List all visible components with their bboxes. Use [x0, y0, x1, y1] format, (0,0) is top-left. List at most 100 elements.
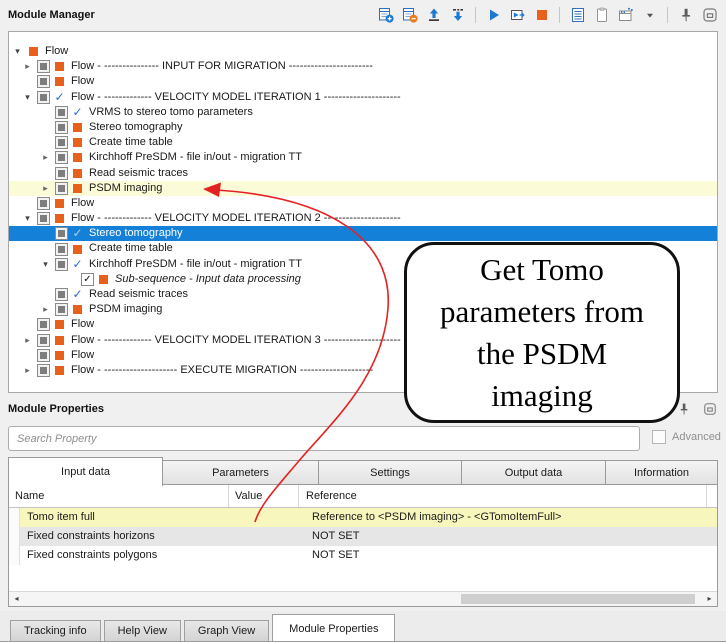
row-header-cell[interactable]: [9, 527, 20, 546]
tree-checkbox[interactable]: [37, 91, 50, 104]
float-icon[interactable]: [701, 6, 718, 23]
expander-collapsed-icon[interactable]: ▸: [39, 181, 52, 196]
checkbox-partial-mark: [58, 230, 65, 237]
column-divider[interactable]: [298, 485, 299, 507]
expander-collapsed-icon[interactable]: ▸: [21, 59, 34, 74]
view-tab-label: Tracking info: [24, 625, 87, 637]
expander-expanded-icon[interactable]: ▾: [21, 90, 34, 105]
tree-checkbox[interactable]: [55, 288, 68, 301]
table-row[interactable]: Fixed constraints horizonsNOT SET: [9, 527, 717, 546]
tree-checkbox[interactable]: [55, 258, 68, 271]
chevron-down-icon[interactable]: [641, 6, 658, 23]
cell-reference: NOT SET: [305, 546, 717, 565]
expander-expanded-icon[interactable]: ▾: [39, 257, 52, 272]
expander-collapsed-icon[interactable]: ▸: [21, 363, 34, 378]
expander-collapsed-icon[interactable]: ▸: [39, 302, 52, 317]
tree-checkbox[interactable]: [55, 167, 68, 180]
tab-settings[interactable]: Settings: [319, 460, 462, 485]
table-row[interactable]: Tomo item fullReference to <PSDM imaging…: [9, 508, 717, 527]
tab-information[interactable]: Information: [606, 460, 718, 485]
column-divider[interactable]: [706, 485, 707, 507]
add-module-icon[interactable]: [377, 6, 394, 23]
scroll-right-icon[interactable]: ▸: [703, 593, 716, 605]
module-properties-title: Module Properties: [8, 403, 104, 415]
tree-checkbox[interactable]: [55, 182, 68, 195]
tree-row[interactable]: ▾Flow: [9, 44, 717, 59]
tree-checkbox[interactable]: ✓: [81, 273, 94, 286]
import-icon[interactable]: [425, 6, 442, 23]
tree-row[interactable]: ✓VRMS to stereo tomo parameters: [9, 105, 717, 120]
search-row: Advanced: [8, 426, 718, 451]
tree-checkbox[interactable]: [37, 75, 50, 88]
tree-row[interactable]: Stereo tomography: [9, 120, 717, 135]
advanced-option[interactable]: Advanced: [652, 430, 721, 444]
search-input[interactable]: [8, 426, 640, 451]
tree-row[interactable]: Flow: [9, 196, 717, 211]
expander-collapsed-icon[interactable]: ▸: [21, 333, 34, 348]
tree-row[interactable]: ▸Kirchhoff PreSDM - file in/out - migrat…: [9, 150, 717, 165]
export-icon[interactable]: [449, 6, 466, 23]
tab-input-data[interactable]: Input data: [8, 457, 163, 486]
tree-row-label: Read seismic traces: [87, 287, 188, 302]
row-header-cell[interactable]: [9, 508, 20, 527]
window-menu-icon[interactable]: [617, 6, 634, 23]
callout-line: imaging: [491, 375, 593, 417]
tree-checkbox[interactable]: [55, 243, 68, 256]
tree-row[interactable]: Create time table: [9, 135, 717, 150]
run-icon[interactable]: [485, 6, 502, 23]
advanced-checkbox[interactable]: [652, 430, 666, 444]
expander-collapsed-icon[interactable]: ▸: [39, 150, 52, 165]
row-header-cell[interactable]: [9, 546, 20, 565]
module-state-icon: [72, 123, 83, 132]
tree-checkbox[interactable]: [55, 136, 68, 149]
module-state-icon: [72, 305, 83, 314]
tree-checkbox[interactable]: [37, 318, 50, 331]
tree-checkbox[interactable]: [55, 106, 68, 119]
stop-icon[interactable]: [533, 6, 550, 23]
tree-checkbox[interactable]: [37, 349, 50, 362]
table-row[interactable]: Fixed constraints polygonsNOT SET: [9, 546, 717, 565]
view-tab-graph-view[interactable]: Graph View: [184, 620, 269, 642]
tree-checkbox[interactable]: [37, 197, 50, 210]
tree-checkbox[interactable]: [37, 60, 50, 73]
tree-checkbox[interactable]: [55, 121, 68, 134]
column-divider[interactable]: [228, 485, 229, 507]
horizontal-scrollbar[interactable]: ◂ ▸: [9, 591, 717, 606]
tab-output-data[interactable]: Output data: [462, 460, 606, 485]
tree-checkbox[interactable]: [37, 334, 50, 347]
report-icon[interactable]: [569, 6, 586, 23]
checkbox-partial-mark: [40, 63, 47, 70]
column-header-value[interactable]: Value: [235, 485, 262, 507]
tree-row-label: Flow - --------------- INPUT FOR MIGRATI…: [69, 59, 373, 74]
clipboard-icon[interactable]: [593, 6, 610, 23]
orange-square-icon: [99, 275, 108, 284]
scrollbar-thumb[interactable]: [461, 594, 695, 604]
float-icon[interactable]: [701, 401, 718, 418]
expander-expanded-icon[interactable]: ▾: [11, 44, 24, 59]
expander-expanded-icon[interactable]: ▾: [21, 211, 34, 226]
tree-row[interactable]: Flow: [9, 74, 717, 89]
tree-row[interactable]: ▾✓Flow - ------------- VELOCITY MODEL IT…: [9, 90, 717, 105]
tree-checkbox[interactable]: [37, 212, 50, 225]
view-tab-help-view[interactable]: Help View: [104, 620, 181, 642]
column-header-name[interactable]: Name: [15, 485, 44, 507]
tree-row[interactable]: ▸ Flow - --------------- INPUT FOR MIGRAT…: [9, 59, 717, 74]
remove-module-icon[interactable]: [401, 6, 418, 23]
tree-row[interactable]: ▾Flow - ------------- VELOCITY MODEL ITE…: [9, 211, 717, 226]
tree-checkbox[interactable]: [55, 303, 68, 316]
scroll-left-icon[interactable]: ◂: [10, 593, 23, 605]
pin-icon[interactable]: [677, 6, 694, 23]
tree-checkbox[interactable]: [37, 364, 50, 377]
tree-checkbox[interactable]: [55, 227, 68, 240]
tree-row[interactable]: ✓Stereo tomography: [9, 226, 717, 241]
run-flow-icon[interactable]: [509, 6, 526, 23]
tree-row-label: Flow: [69, 74, 94, 89]
view-tab-tracking-info[interactable]: Tracking info: [10, 620, 101, 642]
callout-line: the PSDM: [477, 333, 607, 375]
view-tab-module-properties[interactable]: Module Properties: [272, 614, 395, 642]
tree-row[interactable]: ▸PSDM imaging: [9, 181, 717, 196]
tree-checkbox[interactable]: [55, 151, 68, 164]
column-header-reference[interactable]: Reference: [306, 485, 357, 507]
tab-parameters[interactable]: Parameters: [163, 460, 319, 485]
tree-row[interactable]: Read seismic traces: [9, 166, 717, 181]
